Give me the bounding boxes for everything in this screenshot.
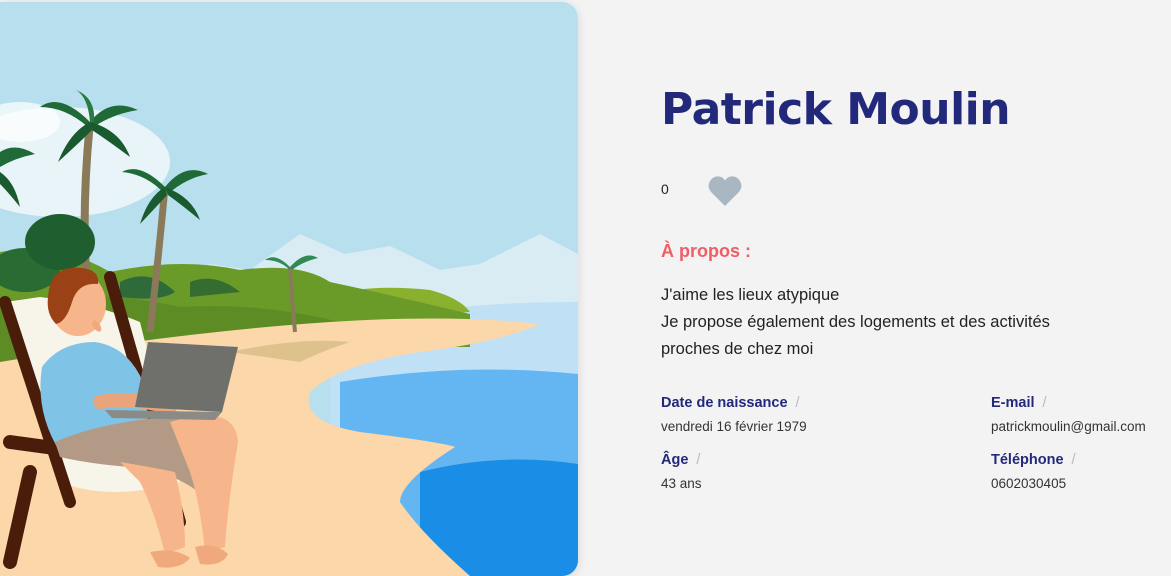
about-text: J'aime les lieux atypique Je propose éga… — [661, 282, 1121, 363]
label-separator: / — [1071, 452, 1076, 468]
age-label-text: Âge — [661, 452, 689, 468]
heart-icon — [708, 175, 742, 206]
phone-label: Téléphone / — [991, 452, 1076, 468]
phone-value: 0602030405 — [991, 476, 1067, 491]
profile-name: Patrick Moulin — [661, 84, 1011, 135]
label-separator: / — [1042, 395, 1047, 411]
beach-illustration — [0, 2, 578, 576]
about-line: proches de chez moi — [661, 340, 814, 358]
age-label: Âge / — [661, 452, 700, 468]
age-value: 43 ans — [661, 476, 702, 491]
phone-label-text: Téléphone — [991, 452, 1064, 468]
birthdate-value: vendredi 16 février 1979 — [661, 419, 807, 434]
birthdate-label-text: Date de naissance — [661, 395, 788, 411]
about-line: Je propose également des logements et de… — [661, 313, 1050, 331]
email-label-text: E-mail — [991, 395, 1035, 411]
about-title: À propos : — [661, 241, 751, 261]
likes-count: 0 — [661, 181, 669, 197]
birthdate-label: Date de naissance / — [661, 395, 800, 411]
email-value: patrickmoulin@gmail.com — [991, 419, 1146, 434]
about-line: J'aime les lieux atypique — [661, 286, 840, 304]
label-separator: / — [795, 395, 800, 411]
like-button[interactable] — [708, 174, 742, 210]
email-label: E-mail / — [991, 395, 1047, 411]
label-separator: / — [696, 452, 701, 468]
profile-photo — [0, 2, 578, 576]
profile-details: Patrick Moulin 0 À propos : J'aime les l… — [661, 0, 1171, 576]
